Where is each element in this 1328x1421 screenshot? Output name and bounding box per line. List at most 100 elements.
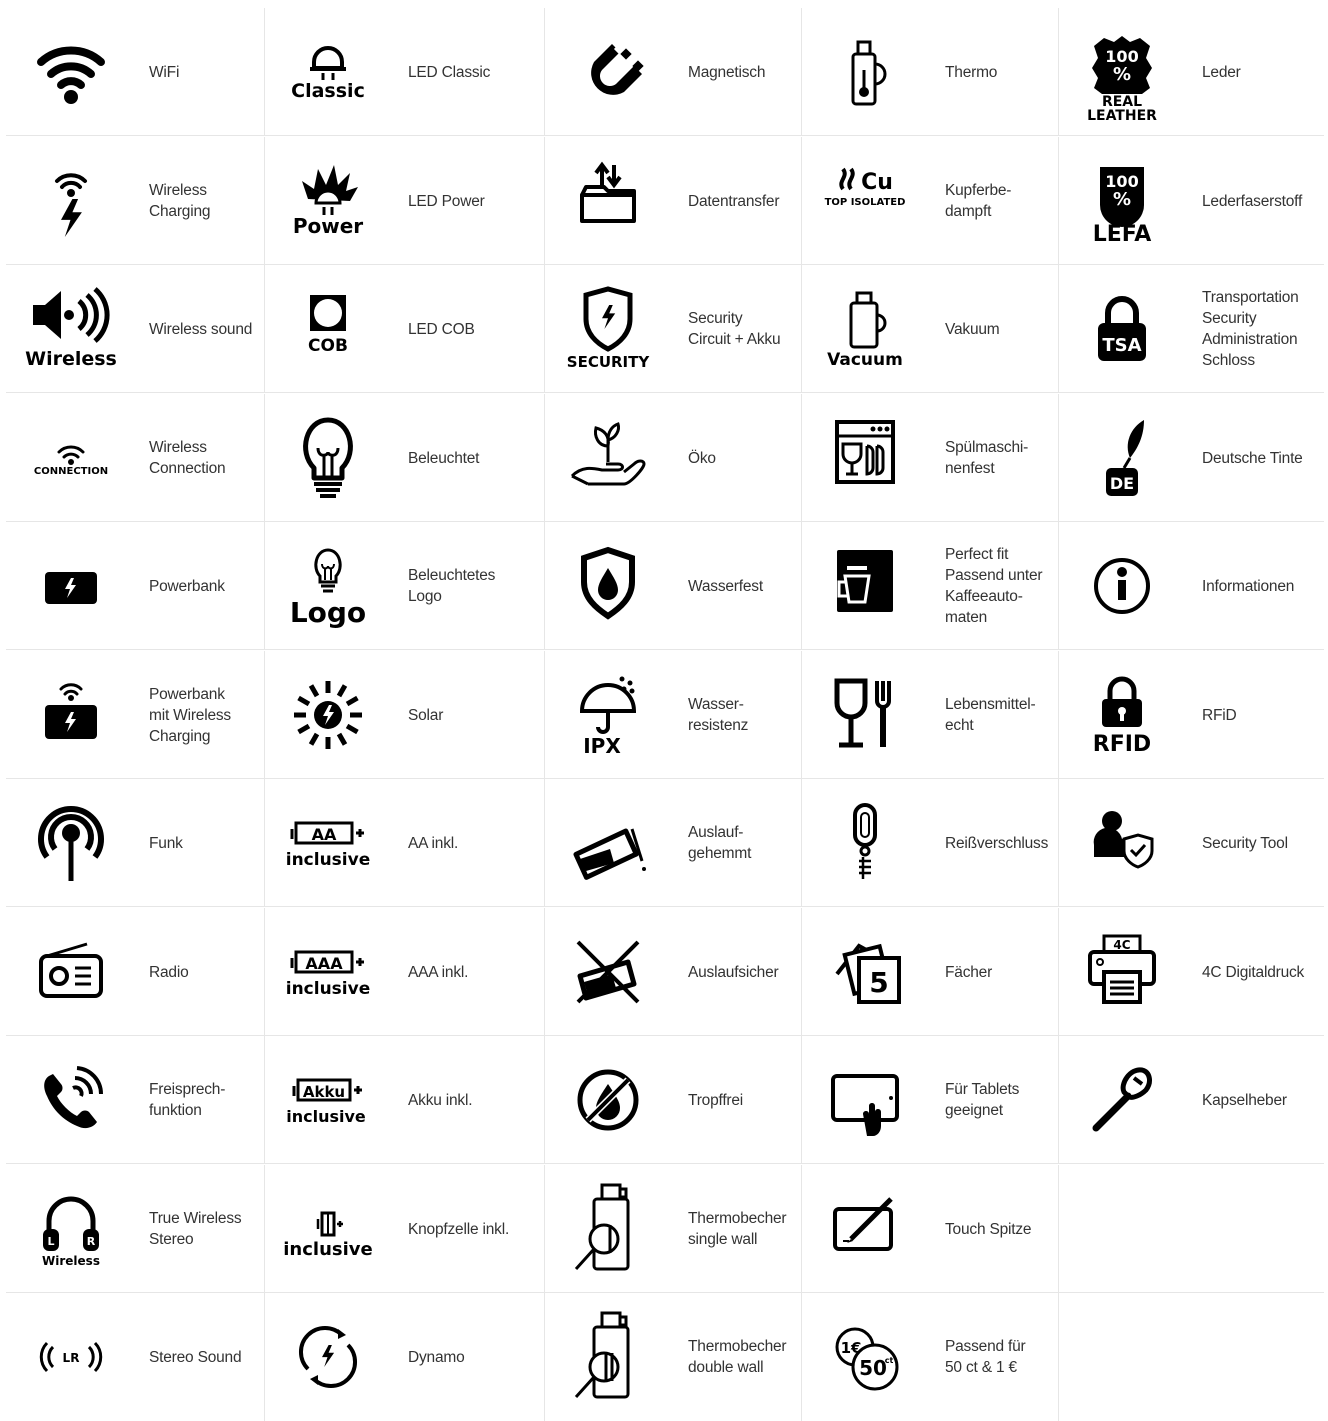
security-circuit-icon: SECURITY xyxy=(558,279,658,379)
feature-label: Akku inkl. xyxy=(408,1091,473,1109)
feature-label: RFiD xyxy=(1202,706,1237,724)
icon-row: Radio AAA inclusive AAA inkl. Auslaufsicher 5… xyxy=(6,908,1324,1036)
feature-cell: Thermo xyxy=(801,8,1058,136)
eco-plant-icon xyxy=(558,408,658,508)
leakproof-icon xyxy=(558,922,658,1022)
svg-text:Wireless: Wireless xyxy=(25,348,117,370)
icon-row: WiFi Classic LED Classic Magnetisch Thermo 10… xyxy=(6,8,1324,136)
feature-cell: Logo Beleuchtetes Logo xyxy=(264,522,544,650)
svg-text:LEFA: LEFA xyxy=(1093,222,1152,247)
feature-cell: 5 Fächer xyxy=(801,908,1058,1036)
feature-cell: L R Wireless True Wireless Stereo xyxy=(6,1165,264,1293)
data-transfer-icon xyxy=(558,151,658,251)
feature-cell: Öko xyxy=(544,394,801,522)
touch-pen-icon xyxy=(815,1179,915,1279)
svg-text:Vacuum: Vacuum xyxy=(827,350,903,370)
security-tool-icon xyxy=(1072,793,1172,893)
wireless-charging-icon xyxy=(21,151,121,251)
feature-cell: COB LED COB xyxy=(264,265,544,393)
solar-icon xyxy=(278,665,378,765)
feature-label: Freisprech- funktion xyxy=(149,1081,226,1119)
svg-text:Power: Power xyxy=(293,214,363,238)
feature-label: Lederfaserstoff xyxy=(1202,192,1303,210)
icon-row: CONNECTION Wireless Connection Beleuchtet Ö… xyxy=(6,394,1324,522)
battery-aaa-icon: AAA inclusive xyxy=(278,922,378,1022)
feature-cell: 100% LEFA Lederfaserstoff xyxy=(1058,137,1324,265)
zipper-icon xyxy=(815,793,915,893)
feature-label: Thermobecher double wall xyxy=(688,1338,787,1376)
feature-label: Security Circuit + Akku xyxy=(688,310,781,348)
handsfree-phone-icon xyxy=(21,1050,121,1150)
feature-label: Funk xyxy=(149,834,183,852)
led-power-icon: Power xyxy=(278,151,378,251)
ink-pen-icon: DE xyxy=(1072,408,1172,508)
feature-label: WiFi xyxy=(149,63,180,81)
icon-row: LR Stereo Sound Dynamo Thermobecher double … xyxy=(6,1293,1324,1421)
feature-label: Passend für 50 ct & 1 € xyxy=(945,1338,1026,1376)
feature-cell: IPX Wasser- resistenz xyxy=(544,651,801,779)
copper-icon: Cu TOP ISOLATED xyxy=(815,151,915,251)
feature-label: Informationen xyxy=(1202,577,1295,595)
feature-cell: Powerbank xyxy=(6,522,264,650)
feature-cell: Kapselheber xyxy=(1058,1036,1324,1164)
feature-label: AA inkl. xyxy=(408,834,459,852)
svg-text:R: R xyxy=(87,1235,96,1248)
wireless-sound-icon: Wireless xyxy=(21,279,121,379)
stereo-sound-icon: LR xyxy=(21,1307,121,1407)
feature-label: Wireless Charging xyxy=(149,182,211,220)
svg-text:Wireless: Wireless xyxy=(42,1254,100,1268)
feature-label: Leder xyxy=(1202,63,1241,81)
feature-cell: TSA Transportation Security Administratio… xyxy=(1058,265,1324,393)
feature-label: Wasser- resistenz xyxy=(688,696,749,734)
svg-text:Classic: Classic xyxy=(291,80,365,102)
feature-label: LED Power xyxy=(408,192,485,210)
led-classic-icon: Classic xyxy=(278,22,378,122)
info-icon xyxy=(1072,536,1172,636)
svg-text:ct: ct xyxy=(885,1356,894,1365)
bottle-opener-icon xyxy=(1072,1050,1172,1150)
feature-label: Für Tablets geeignet xyxy=(945,1081,1020,1119)
feature-label: AAA inkl. xyxy=(408,963,469,981)
feature-label: Stereo Sound xyxy=(149,1348,242,1366)
icon-row: Funk AA inclusive AA inkl. Auslauf- gehemmt R… xyxy=(6,779,1324,907)
feature-cell: Cu TOP ISOLATED Kupferbe- dampft xyxy=(801,137,1058,265)
vacuum-icon: Vacuum xyxy=(815,279,915,379)
feature-label: Dynamo xyxy=(408,1348,465,1366)
feature-cell: RFID RFiD xyxy=(1058,651,1324,779)
feature-label: Powerbank mit Wireless Charging xyxy=(149,685,231,745)
feature-label: Perfect fit Passend unter Kaffeeauto- ma… xyxy=(945,546,1043,626)
feature-cell: Wasserfest xyxy=(544,522,801,650)
thermo-double-wall-icon xyxy=(558,1307,658,1407)
feature-label: Radio xyxy=(149,963,189,981)
led-cob-icon: COB xyxy=(278,279,378,379)
feature-label: Öko xyxy=(688,449,716,467)
wifi-icon xyxy=(21,22,121,122)
feature-cell: Beleuchtet xyxy=(264,394,544,522)
real-leather-icon: 100% REAL LEATHER xyxy=(1072,22,1172,124)
icon-row: Wireless Charging Power LED Power Datentran… xyxy=(6,137,1324,265)
svg-text:L: L xyxy=(47,1235,54,1248)
feature-cell: Classic LED Classic xyxy=(264,8,544,136)
feature-cell: 4C 4C Digitaldruck xyxy=(1058,908,1324,1036)
icon-row: Wireless Wireless sound COB LED COB SECURITY… xyxy=(6,265,1324,393)
feature-cell: LR Stereo Sound xyxy=(6,1293,264,1421)
svg-text:DE: DE xyxy=(1110,474,1134,493)
feature-cell: inclusive Knopfzelle inkl. xyxy=(264,1165,544,1293)
feature-cell: AAA inclusive AAA inkl. xyxy=(264,908,544,1036)
rfid-lock-icon: RFID xyxy=(1072,665,1172,765)
svg-text:50: 50 xyxy=(859,1356,887,1380)
svg-text:%: % xyxy=(1113,64,1131,85)
feature-cell: Akku inclusive Akku inkl. xyxy=(264,1036,544,1164)
feature-label: Solar xyxy=(408,706,444,724)
compartments-icon: 5 xyxy=(815,922,915,1022)
svg-text:%: % xyxy=(1113,189,1131,210)
feature-label: Thermo xyxy=(945,63,998,81)
powerbank-wireless-icon xyxy=(21,665,121,765)
feature-cell: Wireless Wireless sound xyxy=(6,265,264,393)
battery-aa-icon: AA inclusive xyxy=(278,793,378,893)
feature-cell: Für Tablets geeignet xyxy=(801,1036,1058,1164)
feature-label: LED COB xyxy=(408,320,475,338)
svg-text:inclusive: inclusive xyxy=(286,979,371,999)
icon-row: L R Wireless True Wireless Stereo inclusive K… xyxy=(6,1165,1324,1293)
svg-text:TSA: TSA xyxy=(1102,335,1141,356)
